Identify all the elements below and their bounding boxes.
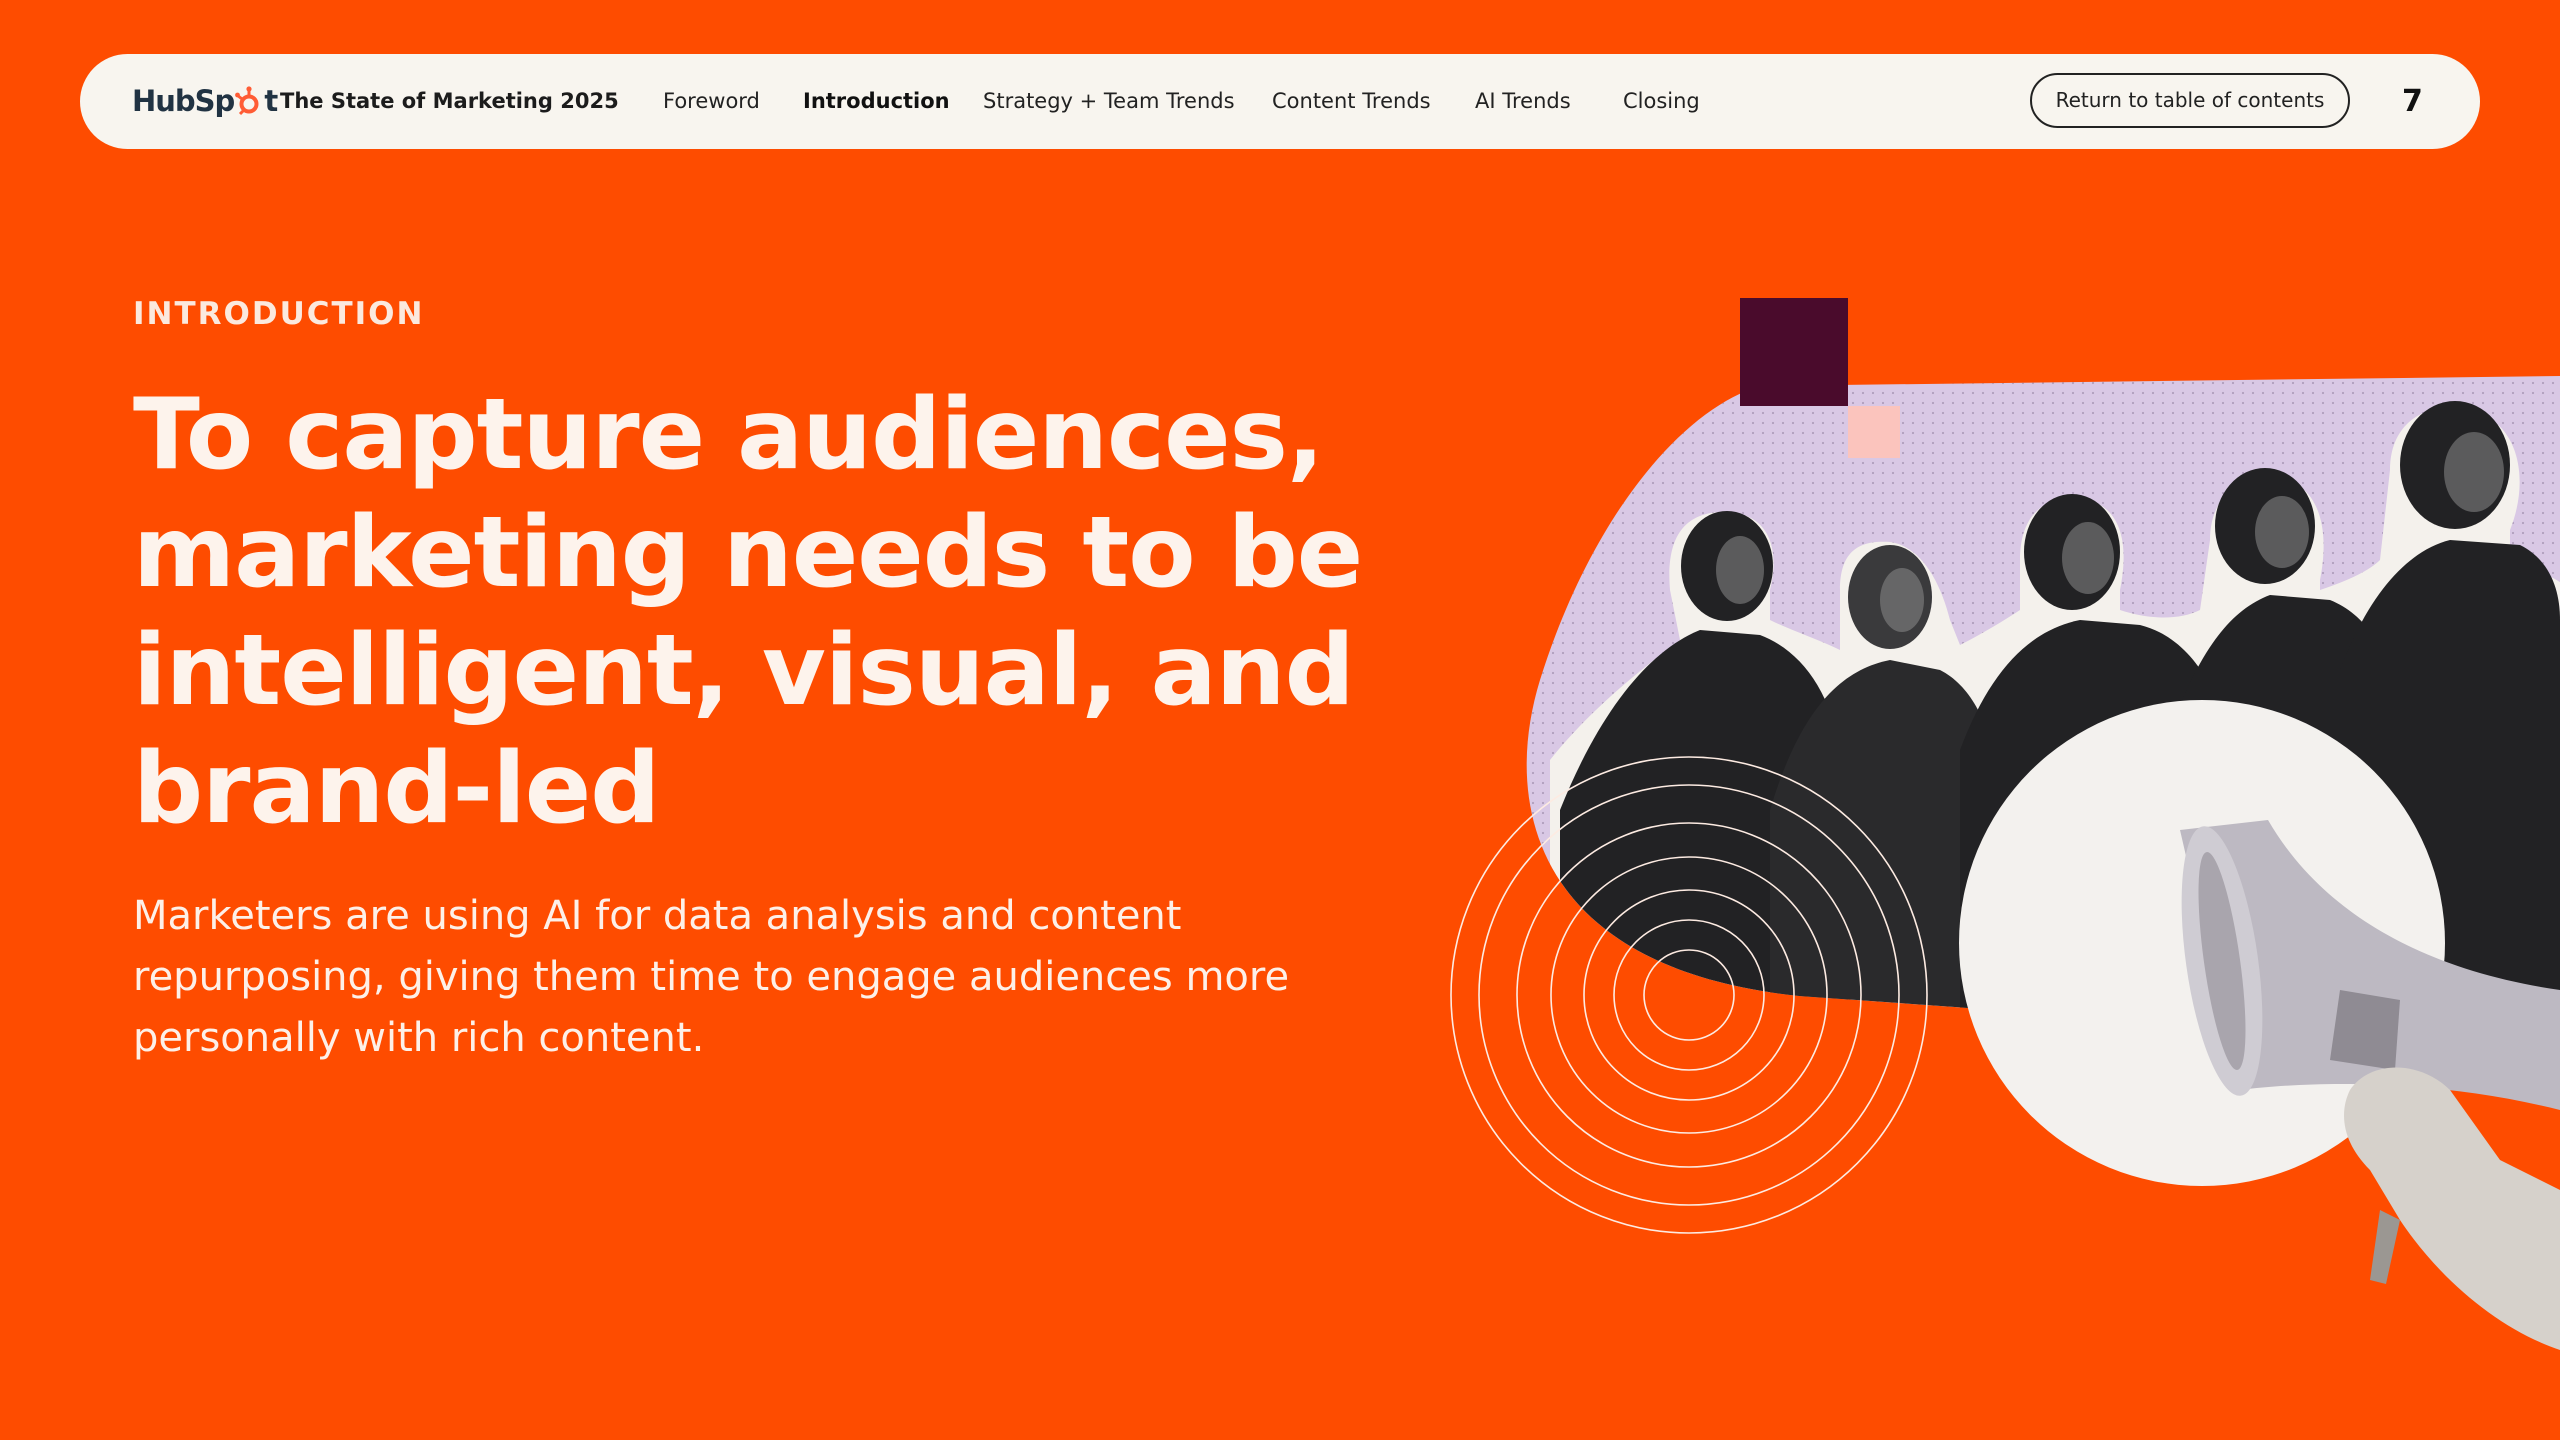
pink-square	[1848, 406, 1900, 458]
page: HubSp t The State of Marketing 2025 Fore…	[0, 0, 2560, 1440]
report-title: The State of Marketing 2025	[280, 89, 619, 113]
nav-link-content-trends[interactable]: Content Trends	[1272, 54, 1431, 149]
return-to-toc-button[interactable]: Return to table of contents	[2030, 73, 2350, 128]
hero-collage-illustration	[1450, 298, 2560, 1350]
nav-link-introduction[interactable]: Introduction	[803, 54, 950, 149]
section-eyebrow: INTRODUCTION	[133, 296, 425, 332]
page-headline: To capture audiences, marketing needs to…	[133, 378, 1363, 846]
logo-text-end: t	[264, 84, 278, 118]
hubspot-logo[interactable]: HubSp t	[132, 81, 278, 121]
nav-link-ai-trends[interactable]: AI Trends	[1475, 54, 1571, 149]
logo-text: HubSp	[132, 84, 235, 118]
plum-square	[1740, 298, 1848, 406]
sprocket-icon	[235, 86, 259, 116]
page-number: 7	[2402, 84, 2423, 119]
intro-paragraph: Marketers are using AI for data analysis…	[133, 893, 1290, 1061]
top-navigation-bar: HubSp t The State of Marketing 2025 Fore…	[80, 54, 2480, 149]
nav-link-closing[interactable]: Closing	[1623, 54, 1700, 149]
nav-link-strategy-team-trends[interactable]: Strategy + Team Trends	[983, 54, 1235, 149]
nav-link-foreword[interactable]: Foreword	[663, 54, 760, 149]
logo-wordmark: HubSp t	[132, 81, 278, 121]
